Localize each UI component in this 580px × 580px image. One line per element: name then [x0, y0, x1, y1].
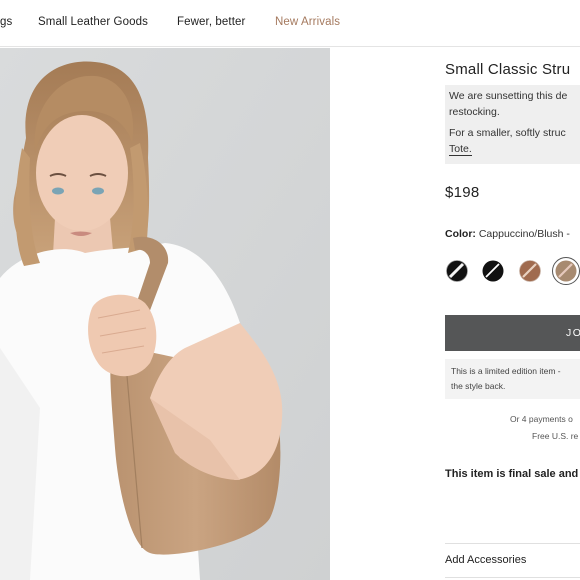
color-selector-label: Color: Cappuccino/Blush - [445, 228, 570, 240]
nav-item-bags[interactable]: gs [0, 16, 12, 28]
limited-edition-notice: This is a limited edition item - the sty… [445, 359, 580, 399]
swatch-brown[interactable] [519, 260, 541, 282]
top-navigation: gs Small Leather Goods Fewer, better New… [0, 0, 580, 47]
product-details-panel: Small Classic Stru We are sunsetting thi… [445, 48, 580, 580]
divider [445, 543, 580, 544]
join-waitlist-button[interactable]: JO [445, 315, 580, 351]
product-title: Small Classic Stru [445, 61, 571, 78]
limited-line-1: This is a limited edition item - [451, 366, 561, 376]
swatch-black-white[interactable] [446, 260, 468, 282]
notice-line-3: For a smaller, softly struc [449, 127, 566, 139]
nav-item-new-arrivals[interactable]: New Arrivals [275, 16, 340, 28]
notice-tote-link[interactable]: Tote. [449, 143, 472, 156]
swatch-black-icon [482, 260, 504, 282]
final-sale-notice: This item is final sale and [445, 468, 579, 480]
swatch-cappuccino-blush-icon [555, 260, 577, 282]
divider [445, 577, 580, 578]
product-photo[interactable] [0, 48, 330, 580]
swatch-black-white-icon [446, 260, 468, 282]
limited-line-2: the style back. [451, 381, 506, 391]
payments-info[interactable]: Or 4 payments o [510, 414, 573, 424]
product-price: $198 [445, 184, 480, 201]
free-returns-info: Free U.S. re [532, 431, 579, 441]
add-accessories-toggle[interactable]: Add Accessories [445, 554, 526, 566]
color-label: Color: [445, 228, 476, 240]
swatch-black[interactable] [482, 260, 504, 282]
product-photo-illustration [0, 48, 330, 580]
notice-line-1: We are sunsetting this de [449, 90, 568, 102]
color-value: Cappuccino/Blush - [478, 228, 570, 240]
cta-label: JO [566, 327, 580, 339]
notice-line-2: restocking. [449, 106, 500, 118]
nav-item-fewer-better[interactable]: Fewer, better [177, 16, 245, 28]
swatch-brown-icon [519, 260, 541, 282]
swatch-cappuccino-blush[interactable] [552, 257, 580, 285]
sunset-notice: We are sunsetting this de restocking. Fo… [445, 85, 580, 164]
nav-item-small-leather-goods[interactable]: Small Leather Goods [38, 16, 148, 28]
